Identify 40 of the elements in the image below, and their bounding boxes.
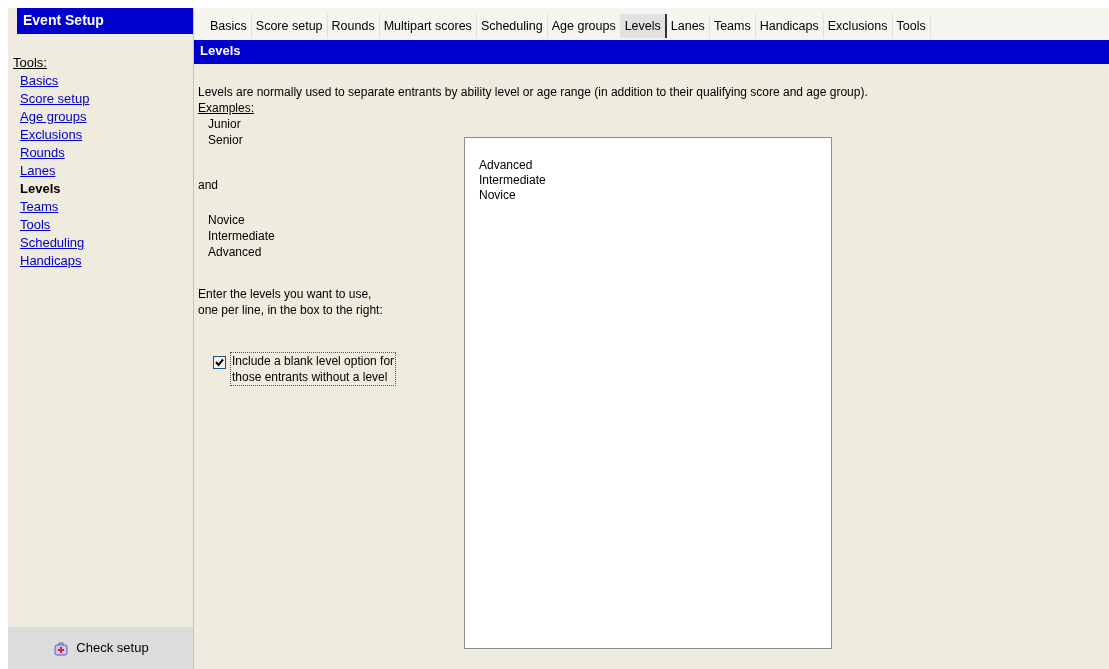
sidebar-link[interactable]: Age groups xyxy=(20,108,87,126)
sidebar-link[interactable]: Scheduling xyxy=(20,234,85,252)
tab[interactable]: Exclusions xyxy=(823,14,893,38)
examples-heading: Examples: xyxy=(198,100,255,116)
example-text: Junior xyxy=(208,116,241,132)
sidebar-link[interactable]: Lanes xyxy=(20,162,56,180)
sidebar-link[interactable]: Tools xyxy=(20,216,51,234)
tab[interactable]: Handicaps xyxy=(755,14,824,38)
sidebar-link[interactable]: Rounds xyxy=(20,144,65,162)
tab[interactable]: Rounds xyxy=(327,14,380,38)
tab[interactable]: Age groups xyxy=(547,14,621,38)
description-text: Levels are normally used to separate entrants by ability level or age range (in addition to their qualifying score and age group). xyxy=(198,84,869,100)
example-text: Advanced xyxy=(208,244,262,260)
tab[interactable]: Score setup xyxy=(251,14,328,38)
example-text: Intermediate xyxy=(208,228,275,244)
tab[interactable]: Basics xyxy=(206,14,252,38)
check-setup-button[interactable]: Check setup xyxy=(8,627,193,669)
tab[interactable]: Scheduling xyxy=(476,14,548,38)
tab[interactable]: Multipart scores xyxy=(379,14,477,38)
medical-bag-icon xyxy=(52,639,71,657)
checkbox-label[interactable]: Include a blank level option for those entrants without a level xyxy=(230,352,397,386)
tab[interactable]: Teams xyxy=(709,14,756,38)
levels-input-field[interactable]: Advanced Intermediate Novice xyxy=(464,137,832,649)
panel-title: Levels xyxy=(194,40,1109,64)
sidebar-link[interactable]: Basics xyxy=(20,72,59,90)
sidebar-link[interactable]: Score setup xyxy=(20,90,90,108)
and-text: and xyxy=(198,177,219,193)
sidebar-link[interactable]: Teams xyxy=(20,198,59,216)
checkbox[interactable] xyxy=(213,356,226,369)
example-text: Senior xyxy=(208,132,243,148)
sidebar-link[interactable]: Handicaps xyxy=(20,252,82,270)
example-text: Novice xyxy=(208,212,245,228)
tab[interactable]: Levels xyxy=(620,14,667,38)
tab[interactable]: Lanes xyxy=(666,14,710,38)
instructions-text: Enter the levels you want to use, one per line, in the box to the right: xyxy=(198,286,383,318)
tab[interactable]: Tools xyxy=(892,14,931,38)
sidebar-link[interactable]: Exclusions xyxy=(20,126,83,144)
sidebar-title: Event Setup xyxy=(17,8,193,34)
sidebar-link[interactable]: Levels xyxy=(20,180,61,198)
tools-heading: Tools: xyxy=(13,54,47,72)
